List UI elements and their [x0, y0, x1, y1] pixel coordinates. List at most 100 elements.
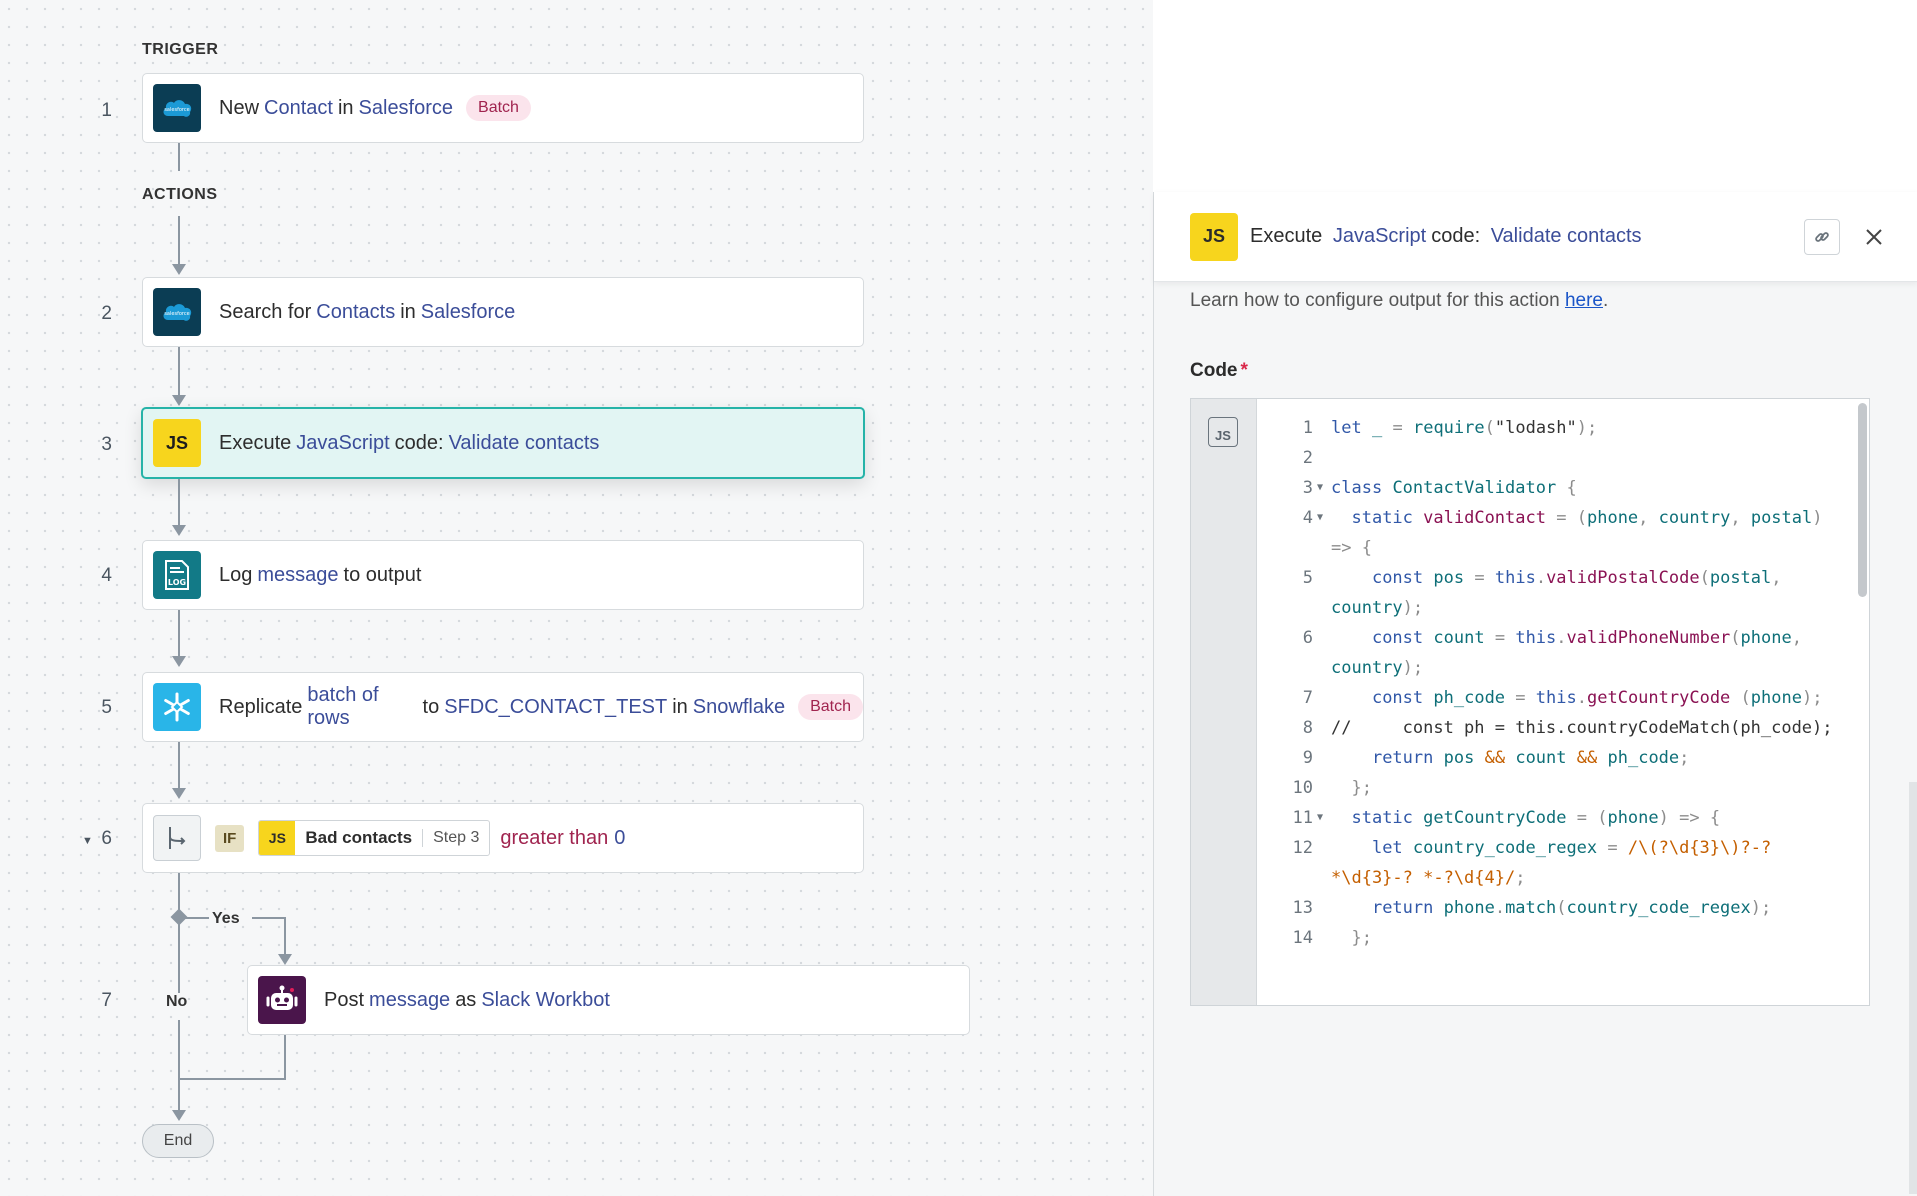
step-1-card[interactable]: salesforce New Contact in Salesforce Bat…	[142, 73, 864, 143]
salesforce-icon: salesforce	[153, 288, 201, 336]
step-3-name-link[interactable]: Validate contacts	[449, 432, 600, 455]
batch-badge: Batch	[798, 694, 863, 720]
panel-title-text: Execute	[1250, 225, 1323, 247]
fold-toggle-icon[interactable]	[1313, 773, 1327, 803]
fold-toggle-icon[interactable]	[1313, 893, 1327, 923]
help-text-body: Learn how to configure output for this a…	[1190, 290, 1560, 311]
fold-toggle-icon[interactable]	[1313, 743, 1327, 773]
no-branch-label: No	[166, 993, 188, 1010]
connector-line	[178, 1020, 180, 1110]
arrow-down-icon	[172, 395, 186, 406]
salesforce-icon: salesforce	[153, 84, 201, 132]
fold-toggle-icon[interactable]	[1313, 563, 1327, 623]
arrow-down-icon	[172, 525, 186, 536]
step-1-object-link[interactable]: Contact	[264, 97, 333, 120]
step-4-field-link[interactable]: message	[257, 564, 338, 587]
step-3-app-link[interactable]: JavaScript	[296, 432, 389, 455]
step-1-text: in	[337, 96, 354, 119]
condition-value: 0	[614, 826, 626, 849]
step-2-text: in	[400, 300, 416, 323]
datapill-step: Step 3	[422, 829, 489, 847]
fold-toggle-icon[interactable]	[1313, 923, 1327, 953]
line-number: 2	[1302, 448, 1313, 468]
line-number: 4	[1302, 508, 1313, 528]
code-line: 13 return phone.match(country_code_regex…	[1257, 893, 1853, 923]
line-number: 6	[1302, 628, 1313, 648]
workflow-canvas[interactable]: TRIGGER 1 salesforce New Contact in Sale…	[0, 0, 1153, 1196]
datapill-bad-contacts[interactable]: JS Bad contacts Step 3	[258, 820, 491, 856]
fold-toggle-icon[interactable]	[1313, 443, 1327, 473]
help-text: Learn how to configure output for this a…	[1190, 290, 1609, 311]
step-number-4: 4	[101, 565, 112, 586]
javascript-icon: JS	[1190, 212, 1238, 261]
panel-step-name-link[interactable]: Validate contacts	[1491, 225, 1642, 247]
panel-title-text: code:	[1431, 225, 1481, 247]
step-4-text: to output	[343, 563, 422, 586]
connector-line	[178, 347, 180, 395]
step-6-if-card[interactable]: IF JS Bad contacts Step 3 greater than 0	[142, 803, 864, 873]
code-line: 1 let _ = require("lodash");	[1257, 413, 1853, 443]
step-5-app-link[interactable]: Snowflake	[693, 696, 785, 719]
code-content[interactable]: 1 let _ = require("lodash"); 2 3 ▼ class Co…	[1257, 413, 1853, 953]
code-editor[interactable]: JS 1 let _ = require("lodash"); 2 3 ▼ class…	[1190, 398, 1870, 1006]
help-link[interactable]: here	[1565, 290, 1603, 311]
close-panel-button[interactable]	[1856, 219, 1892, 255]
step-5-table-link[interactable]: SFDC_CONTACT_TEST	[444, 696, 667, 719]
code-line: 7 const ph_code = this.getCountryCode (p…	[1257, 683, 1853, 713]
step-7-text: Post	[324, 988, 365, 1011]
code-line: 9 return pos && count && ph_code;	[1257, 743, 1853, 773]
required-indicator: *	[1240, 360, 1248, 381]
datapill-name: Bad contacts	[305, 828, 413, 847]
arrow-down-icon	[172, 1110, 186, 1121]
fold-toggle-icon[interactable]	[1313, 623, 1327, 683]
code-field-label: Code *	[1190, 360, 1248, 382]
line-number: 1	[1302, 418, 1313, 438]
panel-scrollbar[interactable]	[1909, 782, 1917, 1194]
line-number: 12	[1292, 838, 1313, 858]
arrow-down-icon	[172, 656, 186, 667]
step-7-app-link[interactable]: Slack Workbot	[481, 989, 610, 1012]
line-number: 3	[1302, 478, 1313, 498]
close-icon	[1866, 229, 1882, 245]
fold-toggle-icon[interactable]	[1313, 413, 1327, 443]
step-5-text: Replicate	[219, 695, 303, 718]
connector-line	[178, 216, 180, 264]
step-7-field-link[interactable]: message	[369, 989, 450, 1012]
javascript-icon: JS	[259, 821, 296, 855]
line-number: 13	[1292, 898, 1313, 918]
editor-scrollbar[interactable]	[1858, 403, 1867, 597]
log-icon: LOG	[153, 551, 201, 599]
end-node: End	[142, 1124, 214, 1158]
step-number-1: 1	[101, 100, 112, 121]
step-1-app-link[interactable]: Salesforce	[359, 97, 454, 120]
step-7-card[interactable]: Post message as Slack Workbot	[247, 965, 970, 1035]
step-4-card[interactable]: LOG Log message to output	[142, 540, 864, 610]
step-2-object-link[interactable]: Contacts	[316, 301, 395, 324]
step-4-text: Log	[219, 563, 253, 586]
code-line: 8// const ph = this.countryCodeMatch(ph_…	[1257, 713, 1853, 743]
step-5-card[interactable]: Replicate batch of rows to SFDC_CONTACT_…	[142, 672, 864, 742]
panel-app-link[interactable]: JavaScript	[1333, 225, 1426, 247]
copy-link-button[interactable]	[1804, 219, 1840, 255]
fold-toggle-icon[interactable]: ▼	[1313, 503, 1327, 563]
fold-toggle-icon[interactable]	[1313, 833, 1327, 893]
fold-toggle-icon[interactable]: ▼	[1313, 803, 1327, 833]
connector-line	[185, 917, 209, 919]
step-2-text: Search for	[219, 300, 312, 323]
line-number: 7	[1302, 688, 1313, 708]
step-2-app-link[interactable]: Salesforce	[421, 301, 516, 324]
fold-toggle-icon[interactable]	[1313, 683, 1327, 713]
connector-line	[178, 1078, 286, 1080]
yes-branch-label: Yes	[212, 910, 240, 927]
fold-toggle-icon[interactable]: ▼	[1313, 473, 1327, 503]
step-2-card[interactable]: salesforce Search for Contacts in Salesf…	[142, 277, 864, 347]
step-5-field-link[interactable]: batch of rows	[307, 684, 417, 730]
step-3-card[interactable]: JS Execute JavaScript code: Validate con…	[141, 407, 865, 479]
step-5-text: to	[422, 695, 440, 718]
arrow-down-icon	[172, 788, 186, 799]
code-line: 14 };	[1257, 923, 1853, 953]
javascript-icon: JS	[153, 419, 201, 467]
fold-toggle-icon[interactable]	[1313, 713, 1327, 743]
line-number: 14	[1292, 928, 1313, 948]
javascript-language-icon: JS	[1208, 417, 1238, 447]
